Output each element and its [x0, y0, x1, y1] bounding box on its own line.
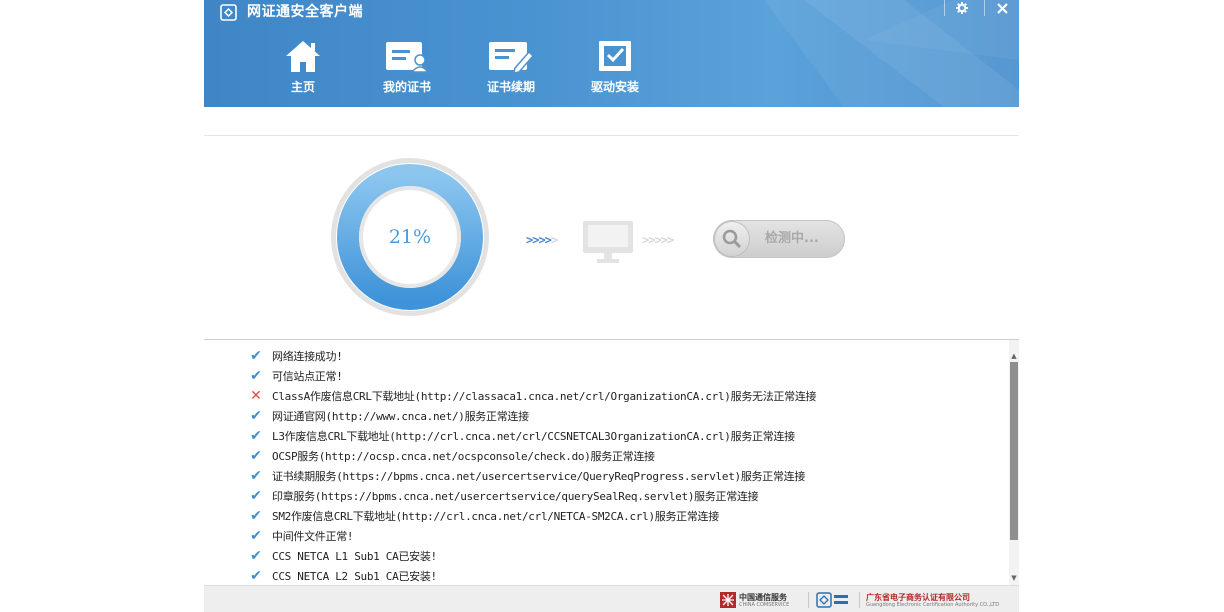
check-log-panel: ✔ 网络连接成功! ✔ 可信站点正常! ✕ ClassA作废信息CRL下载地址(http:…: [204, 339, 1019, 586]
close-button[interactable]: [984, 0, 1019, 16]
partner3-sub: Guangdong Electronic Certification Autho…: [866, 601, 1000, 608]
nav-my-certificates[interactable]: 我的证书: [367, 38, 447, 102]
footer-bar: 中国通信服务 CHINA COMSERVICE 广东省电子商务认证有限公司 Gu…: [204, 585, 1019, 612]
check-icon: ✔: [250, 568, 262, 584]
partner-china-comservice: 中国通信服务 CHINA COMSERVICE: [720, 591, 789, 609]
check-icon: ✔: [250, 528, 262, 544]
search-icon: [722, 229, 742, 249]
china-comservice-logo-icon: [720, 592, 736, 608]
nav-home[interactable]: 主页: [263, 38, 343, 102]
log-row-text: 中间件文件正常!: [272, 530, 354, 543]
log-row: ✔ SM2作废信息CRL下载地址(http://crl.cnca.net/crl/…: [248, 506, 816, 526]
error-x-icon: ✕: [250, 388, 262, 404]
log-row-text: ClassA作废信息CRL下载地址(http://classaca1.cnca.…: [272, 390, 817, 403]
detect-icon-wrap: [715, 222, 749, 256]
partner-guangdong-ca: 广东省电子商务认证有限公司 Guangdong Electronic Certi…: [866, 591, 999, 609]
check-icon: ✔: [250, 468, 262, 484]
scroll-up-arrow-icon[interactable]: ▲: [1009, 350, 1019, 362]
log-row-text: 网证通官网(http://www.cnca.net/)服务正常连接: [272, 410, 529, 423]
check-log-list: ✔ 网络连接成功! ✔ 可信站点正常! ✕ ClassA作废信息CRL下载地址(http:…: [248, 346, 816, 586]
footer-separator: [859, 592, 860, 608]
log-row-text: 印章服务(https://bpms.cnca.net/usercertservi…: [272, 490, 759, 503]
flow-arrows-right: >>>>>: [642, 233, 674, 247]
nav-home-label: 主页: [290, 80, 315, 94]
log-row: ✔ 印章服务(https://bpms.cnca.net/usercertserv…: [248, 486, 816, 506]
log-row-text: L3作废信息CRL下载地址(http://crl.cnca.net/crl/CC…: [272, 430, 795, 443]
partner3-name: 广东省电子商务认证有限公司: [866, 592, 970, 602]
progress-ring: 21%: [330, 157, 490, 317]
log-row: ✔ 可信站点正常!: [248, 366, 816, 386]
log-row-text: OCSP服务(http://ocsp.cnca.net/ocspconsole/…: [272, 450, 655, 463]
log-row: ✔ CCS NETCA L1 Sub1 CA已安装!: [248, 546, 816, 566]
partner1-name: 中国通信服务: [739, 592, 787, 602]
log-row: ✔ 网证通官网(http://www.cnca.net/)服务正常连接: [248, 406, 816, 426]
log-row: ✔ 中间件文件正常!: [248, 526, 816, 546]
flow-arrows-left: >>>>>: [526, 233, 558, 247]
progress-percent: 21%: [388, 226, 432, 248]
log-row: ✔ 证书续期服务(https://bpms.cnca.net/usercertse…: [248, 466, 816, 486]
partner-netca: [816, 591, 850, 609]
nav-my-certificates-label: 我的证书: [382, 80, 431, 94]
log-row-text: 网络连接成功!: [272, 350, 343, 363]
detect-button-label: 检测中...: [765, 231, 819, 246]
monitor-icon: [583, 221, 633, 263]
log-scrollbar[interactable]: ▲ ▼: [1009, 340, 1019, 586]
nav-certificate-renewal-label: 证书续期: [486, 80, 535, 94]
log-row-text: SM2作废信息CRL下载地址(http://crl.cnca.net/crl/N…: [272, 510, 719, 523]
app-logo-icon: [220, 4, 237, 21]
log-row-text: 证书续期服务(https://bpms.cnca.net/usercertser…: [272, 470, 806, 483]
check-icon: ✔: [250, 448, 262, 464]
log-row-text: CCS NETCA L2 Sub1 CA已安装!: [272, 570, 437, 583]
nav-driver-install-label: 驱动安装: [590, 80, 639, 94]
log-row-text: 可信站点正常!: [272, 370, 343, 383]
home-icon: [286, 41, 320, 72]
check-icon: ✔: [250, 408, 262, 424]
section-divider: [204, 135, 1019, 136]
flow-arrows-left-strong: >>>>: [526, 233, 552, 247]
close-icon: [996, 2, 1008, 14]
detect-button[interactable]: 检测中...: [713, 220, 845, 258]
footer-separator: [808, 592, 809, 608]
log-row: ✔ L3作废信息CRL下载地址(http://crl.cnca.net/crl/C…: [248, 426, 816, 446]
driver-install-icon: [599, 41, 631, 71]
gear-icon: [956, 2, 968, 14]
check-icon: ✔: [250, 348, 262, 364]
check-icon: ✔: [250, 488, 262, 504]
nav-certificate-renewal[interactable]: 证书续期: [471, 38, 551, 102]
nav-driver-install[interactable]: 驱动安装: [575, 38, 655, 102]
log-row: ✔ CCS NETCA L2 Sub1 CA已安装!: [248, 566, 816, 586]
app-title: 网证通安全客户端: [247, 4, 363, 20]
check-icon: ✔: [250, 368, 262, 384]
partner1-sub: CHINA COMSERVICE: [739, 601, 790, 608]
check-icon: ✔: [250, 508, 262, 524]
log-row: ✕ ClassA作废信息CRL下载地址(http://classaca1.cnca…: [248, 386, 816, 406]
header-bar: 网证通安全客户端 主页 我的证书 证书续期 驱动安装: [204, 0, 1019, 107]
log-row-text: CCS NETCA L1 Sub1 CA已安装!: [272, 550, 437, 563]
check-icon: ✔: [250, 428, 262, 444]
check-icon: ✔: [250, 548, 262, 564]
flow-arrows-left-faded: >: [550, 233, 558, 247]
scroll-down-arrow-icon[interactable]: ▼: [1009, 572, 1019, 584]
settings-button[interactable]: [944, 0, 979, 16]
certificate-user-icon: [386, 42, 430, 73]
scroll-thumb[interactable]: [1010, 362, 1018, 540]
log-row: ✔ OCSP服务(http://ocsp.cnca.net/ocspconsole…: [248, 446, 816, 466]
log-row: ✔ 网络连接成功!: [248, 346, 816, 366]
netca-logo-icon: [816, 592, 848, 608]
app-window: 网证通安全客户端 主页 我的证书 证书续期 驱动安装 21% >>>>> >>>…: [204, 0, 1019, 612]
certificate-renew-icon: [489, 42, 535, 74]
